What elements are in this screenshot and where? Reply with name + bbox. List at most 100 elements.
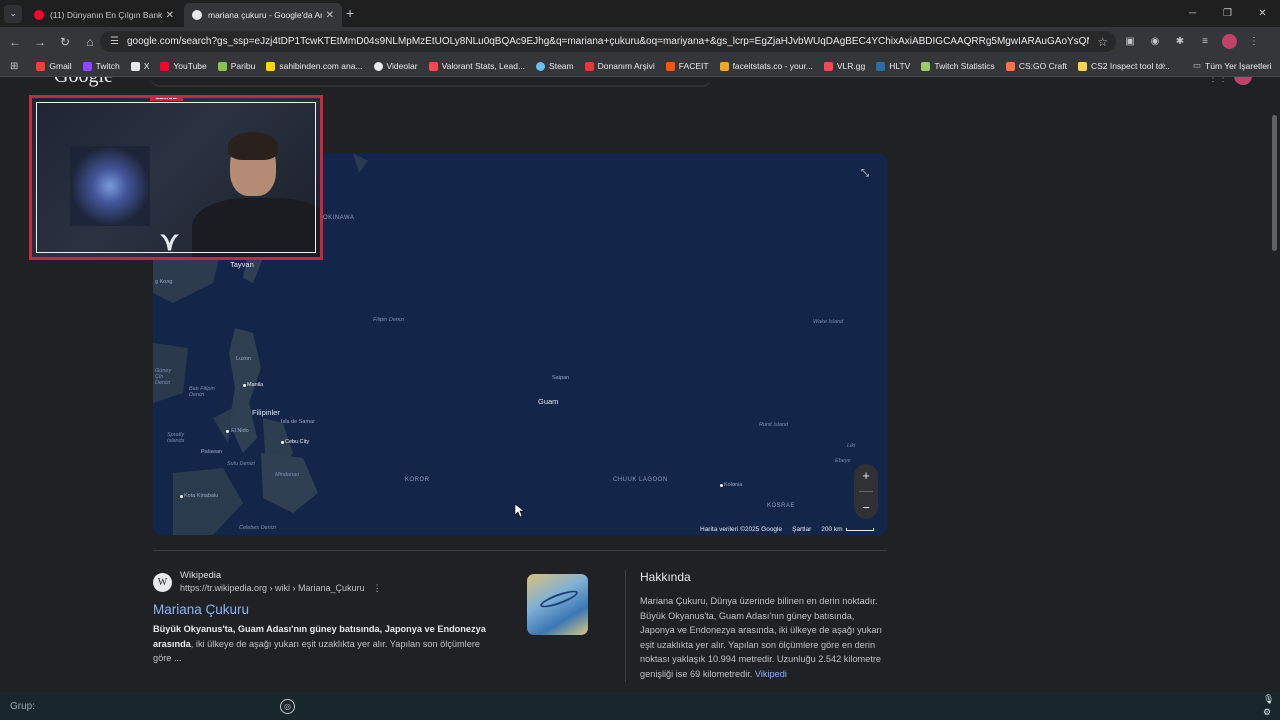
map-label: Cebu City (285, 439, 310, 445)
microphone-icon[interactable]: 🎙 (1263, 694, 1274, 705)
home-icon[interactable]: ⌂ (78, 30, 102, 54)
apps-grid-icon[interactable]: ⊞ (10, 61, 18, 72)
result-source[interactable]: W Wikipedia https://tr.wikipedia.org › w… (153, 570, 498, 594)
media-icon[interactable]: ≡ (1197, 33, 1213, 49)
bookmark-item[interactable]: Videolar (373, 61, 418, 71)
bookmark-item[interactable]: CS2 Inspect tool to... (1078, 61, 1170, 71)
bookmark-label: FACEIT (678, 61, 709, 71)
paribu-icon (217, 61, 227, 71)
forward-icon[interactable]: → (28, 30, 52, 54)
result-title-link[interactable]: Mariana Çukuru (153, 602, 498, 617)
result-snippet: Büyük Okyanus'ta, Guam Adası'nın güney b… (153, 622, 498, 666)
extension-icon[interactable]: ◉ (1147, 33, 1163, 49)
streamer-logo-icon: ⋎ (160, 226, 180, 256)
new-tab-button[interactable]: + (346, 5, 354, 21)
collapse-map-icon[interactable]: ⤡ (855, 163, 875, 183)
url-text[interactable]: google.com/search?gs_ssp=eJzj4tDP1TcwKTE… (127, 36, 1089, 47)
bookmark-item[interactable]: Valorant Stats, Lead... (428, 61, 526, 71)
more-bookmarks-icon[interactable]: » (1160, 60, 1166, 71)
bookmark-item[interactable]: Gmail (36, 61, 72, 71)
map-label: KOROR (405, 477, 430, 483)
google-apps-icon[interactable]: ⋮⋮ (1208, 77, 1228, 84)
map-label: KOSRAE (767, 503, 796, 509)
chat-input[interactable] (38, 698, 278, 714)
steam-icon (536, 61, 546, 71)
bookmark-item[interactable]: faceitstats.co - your... (719, 61, 813, 71)
minimize-icon[interactable]: ─ (1175, 0, 1210, 27)
result-site-name: Wikipedia (180, 570, 222, 581)
bookmark-item[interactable]: VLR.gg (823, 61, 866, 71)
result-url: https://tr.wikipedia.org › wiki › Marian… (180, 583, 382, 594)
tab-google-search[interactable]: mariana çukuru - Google'da Ar ✕ (184, 3, 342, 27)
gear-icon[interactable]: ⚙ (1263, 707, 1271, 718)
bookmark-item[interactable]: X (130, 61, 149, 71)
more-options-icon[interactable]: ⋮ (373, 583, 382, 593)
bookmark-label: Gmail (49, 61, 72, 71)
map-attribution: Harita verileri ©2025 Google (700, 526, 783, 533)
restore-icon[interactable]: ❐ (1210, 0, 1245, 27)
bookmark-label: Valorant Stats, Lead... (441, 61, 526, 71)
bookmark-label: HLTV (889, 61, 911, 71)
divider (153, 550, 887, 551)
about-panel: Hakkında Mariana Çukuru, Dünya üzerinde … (625, 570, 887, 682)
tab-search-icon[interactable]: ⌄ (4, 4, 22, 23)
puzzle-icon[interactable]: ✱ (1172, 33, 1188, 49)
close-tab-icon[interactable]: ✕ (326, 10, 334, 21)
extension-icon[interactable]: ▣ (1122, 33, 1138, 49)
bookmark-label: VLR.gg (836, 61, 866, 71)
bookmark-item[interactable]: Paribu (217, 61, 255, 71)
map-label: Tayvan (230, 260, 254, 269)
bookmarks-bar: ⊞ Gmail Twitch X YouTube Paribu sahibind… (0, 56, 1280, 77)
chrome-icon (373, 61, 383, 71)
avatar[interactable] (1222, 33, 1237, 49)
map-terms-link[interactable]: Şartlar (792, 526, 811, 533)
bookmark-item[interactable]: FACEIT (665, 61, 709, 71)
bookmark-label: Twitch (95, 61, 120, 71)
bookmark-label: Twitch Statistics (934, 61, 995, 71)
map-label: Luzon (236, 356, 251, 362)
bookmark-label: CS2 Inspect tool to... (1091, 61, 1170, 71)
vlr-icon (823, 61, 833, 71)
map-footer: Harita verileri ©2025 Google Şartlar 200… (700, 526, 874, 533)
reload-icon[interactable]: ↻ (53, 30, 77, 54)
map-label: El Nido (231, 428, 249, 434)
tab-title: (11) Dünyanın En Çılgın Banka S (50, 10, 162, 20)
back-icon[interactable]: ← (3, 30, 27, 54)
map-scale-label: 200 km (821, 526, 843, 533)
bookmark-item[interactable]: sahibinden.com ana... (266, 61, 363, 71)
close-tab-icon[interactable]: ✕ (166, 10, 174, 21)
result-snippet-rest: , iki ülkeye de aşağı yukarı eşit uzaklı… (153, 638, 481, 664)
about-body: Mariana Çukuru, Dünya üzerinde bilinen e… (640, 596, 883, 679)
google-logo[interactable]: Google (54, 77, 113, 88)
address-bar[interactable]: ☰ google.com/search?gs_ssp=eJzj4tDP1TcwK… (100, 31, 1116, 52)
bookmark-item[interactable]: Steam (536, 61, 574, 71)
window-controls: ─ ❐ ✕ (1175, 0, 1280, 27)
result-thumbnail[interactable] (527, 574, 588, 635)
bookmark-item[interactable]: CS:GO Craft (1005, 61, 1067, 71)
csgo-craft-icon (1005, 61, 1015, 71)
wikipedia-link[interactable]: Vikipedi (755, 669, 787, 679)
bookmark-item[interactable]: Donanım Arşivi (584, 61, 655, 71)
bookmark-item[interactable]: Twitch Statistics (921, 61, 995, 71)
extensions-area: ▣ ◉ ✱ ≡ ⋮ (1122, 33, 1262, 49)
site-settings-icon[interactable]: ☰ (110, 36, 119, 47)
bookmark-item[interactable]: Twitch (82, 61, 120, 71)
close-window-icon[interactable]: ✕ (1245, 0, 1280, 27)
scrollbar-thumb[interactable] (1272, 115, 1277, 251)
search-box-edge[interactable] (150, 77, 712, 87)
bookmark-item[interactable]: HLTV (876, 61, 910, 71)
chat-send-icon[interactable]: ◎ (280, 699, 295, 714)
zoom-out-button[interactable]: − (862, 500, 870, 515)
zoom-in-button[interactable]: + (862, 468, 870, 483)
tab-youtube[interactable]: (11) Dünyanın En Çılgın Banka S ✕ (26, 3, 182, 27)
map-label: Liki (847, 443, 856, 449)
tab-title: mariana çukuru - Google'da Ar (208, 10, 322, 20)
bookmark-item[interactable]: YouTube (160, 61, 207, 71)
zoom-divider (859, 491, 873, 492)
menu-icon[interactable]: ⋮ (1246, 33, 1262, 49)
avatar[interactable] (1234, 77, 1252, 85)
map-label: OKINAWA (323, 215, 355, 221)
chat-group-label: Grup: (10, 700, 36, 712)
all-bookmarks-button[interactable]: ▭ Tüm Yer İşaretleri (1193, 60, 1272, 71)
bookmark-star-icon[interactable]: ☆ (1097, 35, 1108, 49)
